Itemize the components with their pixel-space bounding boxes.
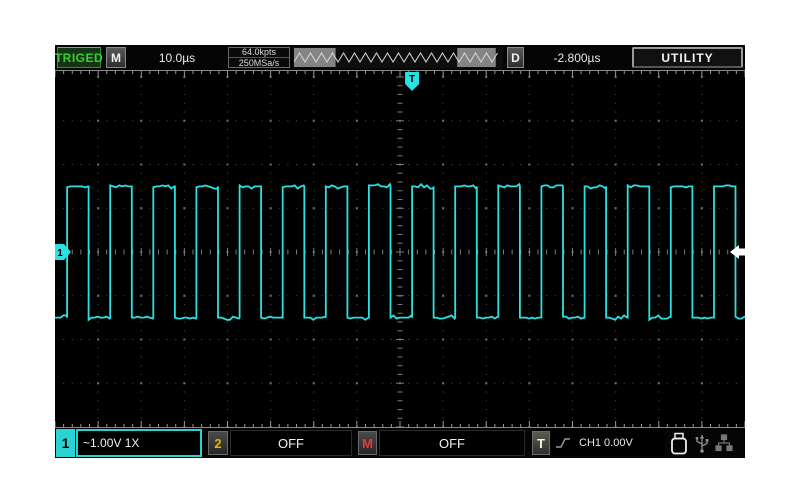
usb-symbol-icon [691, 430, 713, 456]
trigger-readout: CH1 0.00V [579, 437, 633, 449]
trigger-info: CH1 0.00V [551, 430, 665, 456]
memory-window-block [457, 48, 495, 67]
trigger-position-marker: T [409, 74, 415, 85]
oscilloscope-ui: TRIGED M 10.0µs 64.0kpts 250MSa/s D -2.8… [55, 45, 745, 458]
acquisition-info-box: 64.0kpts 250MSa/s [228, 47, 290, 68]
memory-depth-readout: 64.0kpts [229, 47, 289, 58]
timebase-readout: 10.0µs [127, 47, 227, 68]
channel-1-settings[interactable]: ~1.00V 1X [76, 429, 202, 457]
channel-2-badge[interactable]: 2 [208, 431, 228, 455]
math-badge[interactable]: M [358, 431, 377, 455]
channel-2-status: OFF [230, 430, 352, 456]
utility-button[interactable]: UTILITY [632, 47, 743, 68]
channel-1-marker: 1 [57, 248, 63, 259]
waveform-screen: T1 [55, 70, 745, 428]
usb-drive-icon [667, 430, 689, 456]
waveform-plot: T1 [55, 70, 745, 428]
math-status: OFF [379, 430, 525, 456]
horizontal-mode-badge: M [106, 47, 126, 68]
trigger-status-badge: TRIGED [57, 47, 101, 68]
trigger-badge[interactable]: T [532, 431, 550, 455]
delay-readout: -2.800µs [526, 47, 628, 68]
bottom-status-bar: 1 ~1.00V 1X 2 OFF M OFF T CH1 0.00V [55, 428, 745, 458]
memory-zigzag-strip [293, 47, 503, 68]
delay-badge: D [507, 47, 524, 68]
top-status-bar: TRIGED M 10.0µs 64.0kpts 250MSa/s D -2.8… [55, 45, 745, 70]
channel-1-badge[interactable]: 1 [56, 429, 75, 457]
lan-icon [713, 430, 735, 456]
memory-zigzag-icon [294, 47, 502, 68]
sample-rate-readout: 250MSa/s [229, 58, 289, 68]
slope-rising-icon [555, 436, 571, 450]
